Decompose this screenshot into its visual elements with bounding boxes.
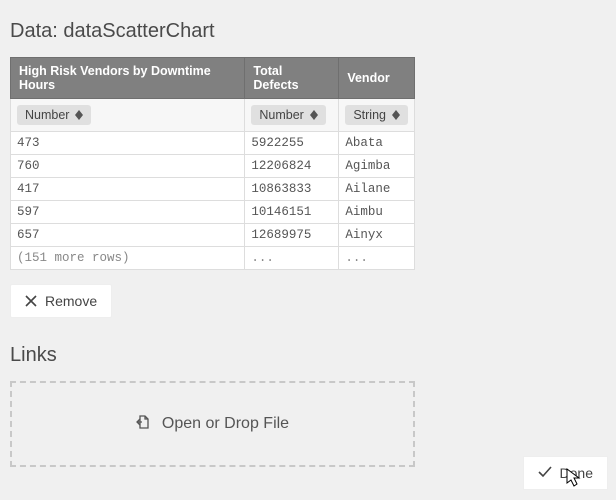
sort-icon xyxy=(310,110,318,120)
type-pill-defects[interactable]: Number xyxy=(251,105,325,125)
more-rows-text: (151 more rows) xyxy=(11,247,245,270)
type-label: Number xyxy=(25,108,69,122)
open-or-drop-file[interactable]: Open or Drop File xyxy=(10,381,415,467)
cell: Ailane xyxy=(339,178,415,201)
col-header-defects[interactable]: Total Defects xyxy=(245,58,339,99)
cell: Ainyx xyxy=(339,224,415,247)
more-rows-indicator: (151 more rows) ... ... xyxy=(11,247,415,270)
data-table: High Risk Vendors by Downtime Hours Tota… xyxy=(10,57,415,270)
cell: 12689975 xyxy=(245,224,339,247)
sort-icon xyxy=(75,110,83,120)
table-row: 760 12206824 Agimba xyxy=(11,155,415,178)
cell: 10146151 xyxy=(245,201,339,224)
remove-label: Remove xyxy=(45,293,97,309)
ellipsis: ... xyxy=(245,247,339,270)
type-pill-downtime[interactable]: Number xyxy=(17,105,91,125)
cell: 657 xyxy=(11,224,245,247)
table-row: 417 10863833 Ailane xyxy=(11,178,415,201)
remove-button[interactable]: Remove xyxy=(10,284,112,318)
sort-icon xyxy=(392,110,400,120)
table-row: 657 12689975 Ainyx xyxy=(11,224,415,247)
cell: 417 xyxy=(11,178,245,201)
open-file-icon xyxy=(136,414,152,435)
links-section-title: Links xyxy=(10,344,606,367)
cell: 12206824 xyxy=(245,155,339,178)
col-header-vendor[interactable]: Vendor xyxy=(339,58,415,99)
table-row: 473 5922255 Abata xyxy=(11,132,415,155)
close-icon xyxy=(25,295,37,307)
done-label: Done xyxy=(560,465,593,481)
type-label: String xyxy=(353,108,386,122)
cell: Aimbu xyxy=(339,201,415,224)
cell: Abata xyxy=(339,132,415,155)
type-label: Number xyxy=(259,108,303,122)
cell: 473 xyxy=(11,132,245,155)
dropzone-label: Open or Drop File xyxy=(162,415,289,433)
cell: Agimba xyxy=(339,155,415,178)
cell: 10863833 xyxy=(245,178,339,201)
check-icon xyxy=(538,465,552,481)
done-button[interactable]: Done xyxy=(523,456,608,490)
col-header-downtime[interactable]: High Risk Vendors by Downtime Hours xyxy=(11,58,245,99)
table-row: 597 10146151 Aimbu xyxy=(11,201,415,224)
cell: 760 xyxy=(11,155,245,178)
ellipsis: ... xyxy=(339,247,415,270)
type-pill-vendor[interactable]: String xyxy=(345,105,408,125)
data-section-title: Data: dataScatterChart xyxy=(10,20,606,43)
cell: 597 xyxy=(11,201,245,224)
cell: 5922255 xyxy=(245,132,339,155)
